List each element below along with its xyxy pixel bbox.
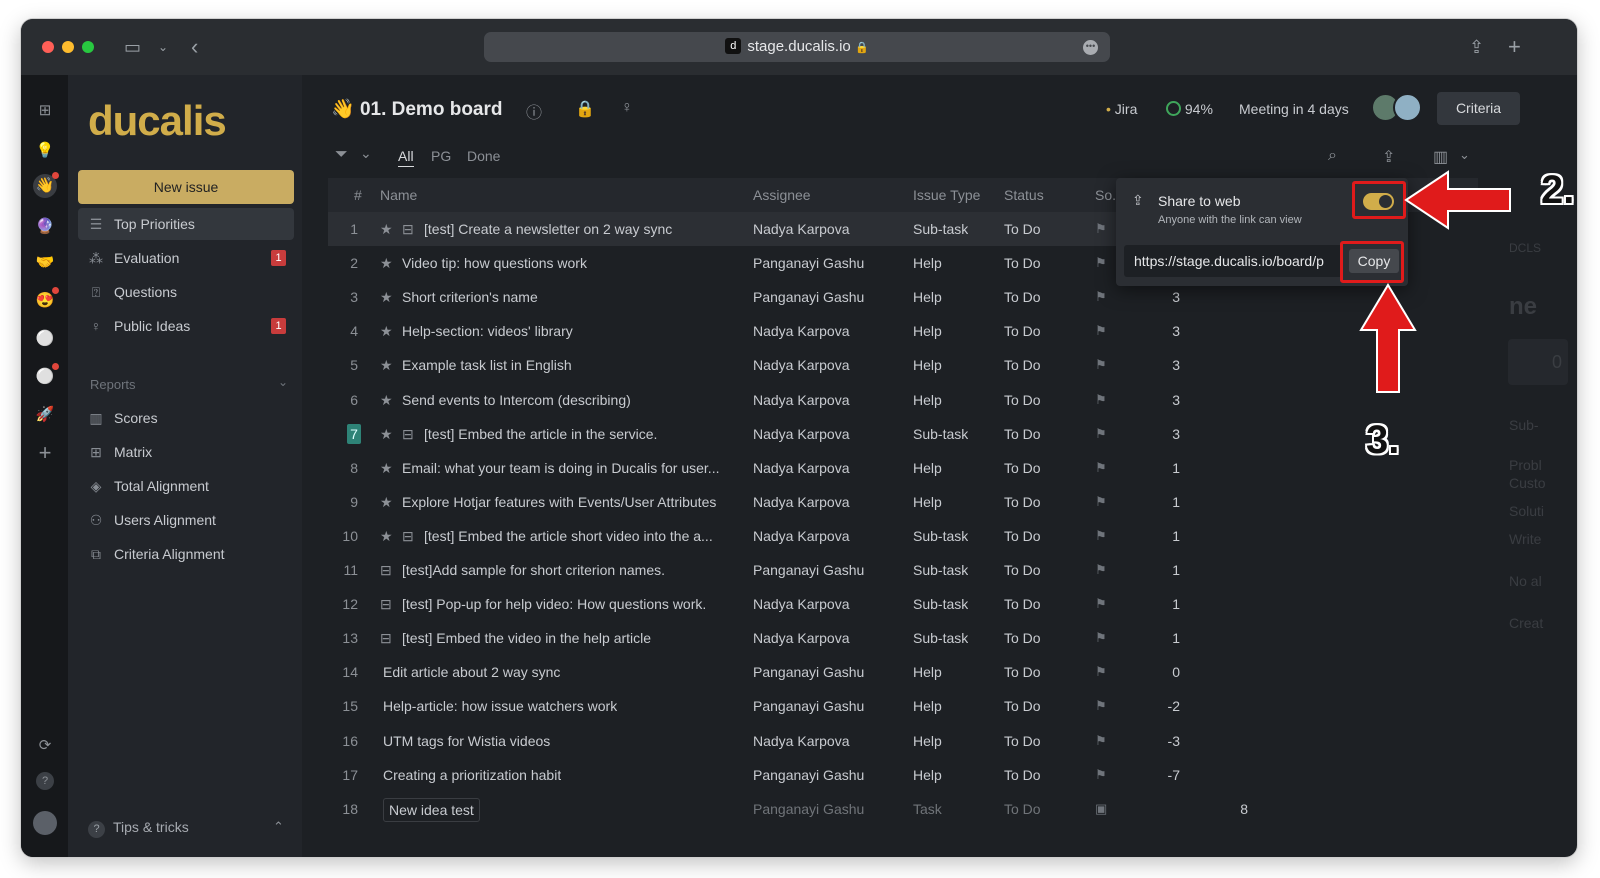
annotation-step-3: 3.	[1366, 418, 1400, 462]
arrow-to-copy	[1359, 283, 1417, 393]
annotation-arrows	[1359, 170, 1511, 393]
arrow-to-toggle	[1404, 170, 1511, 230]
annotation-step-2: 2.	[1541, 168, 1575, 212]
